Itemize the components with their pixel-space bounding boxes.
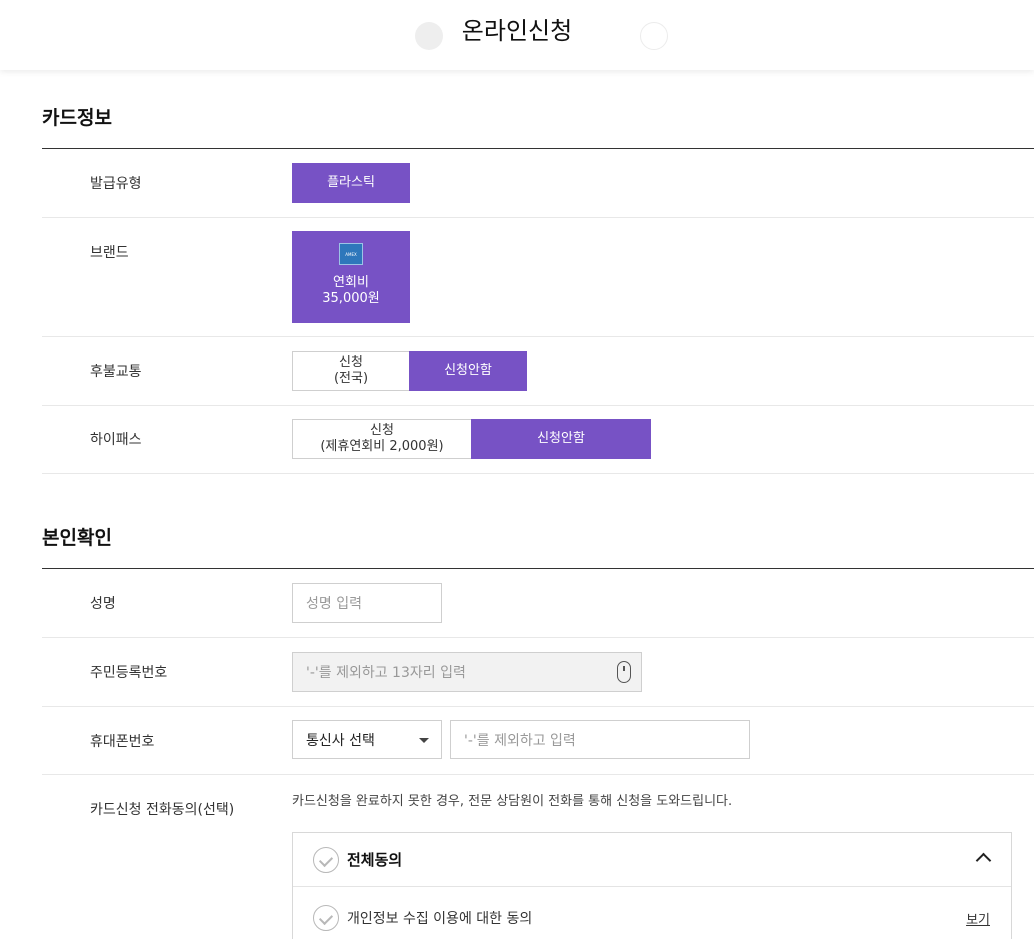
- carrier-select-value: 통신사 선택: [306, 732, 375, 749]
- divider: [42, 706, 1034, 707]
- divider: [42, 405, 1034, 406]
- issue-type-plastic-button[interactable]: 플라스틱: [292, 163, 410, 203]
- check-circle-icon[interactable]: [313, 846, 339, 873]
- transit-apply-label: 신청: [339, 355, 363, 370]
- amex-logo-icon: AMEX: [339, 243, 363, 265]
- hipass-decline-button[interactable]: 신청안함: [471, 419, 651, 459]
- brand-option-amex[interactable]: AMEX 연회비 35,000원: [292, 231, 410, 323]
- divider: [42, 774, 1034, 775]
- divider: [42, 336, 1034, 337]
- check-circle-icon[interactable]: [313, 905, 339, 931]
- phone-consent-description: 카드신청을 완료하지 못한 경우, 전문 상담원이 전화를 통해 신청을 도와드…: [292, 794, 733, 809]
- divider: [42, 148, 1034, 149]
- consent-box: 전체동의 개인정보 수집 이용에 대한 동의 보기: [292, 832, 1012, 939]
- agree-all-row[interactable]: 전체동의: [293, 833, 1011, 887]
- phone-label: 휴대폰번호: [90, 734, 155, 750]
- name-label: 성명: [90, 596, 116, 612]
- hipass-label: 하이패스: [90, 432, 142, 448]
- divider: [42, 217, 1034, 218]
- annual-fee-label: 연회비: [333, 275, 369, 290]
- transit-apply-sublabel: (전국): [333, 371, 369, 386]
- carrier-select[interactable]: 통신사 선택: [292, 720, 442, 759]
- caret-down-icon: [419, 738, 429, 743]
- resident-number-label: 주민등록번호: [90, 665, 168, 681]
- annual-fee-value: 35,000원: [322, 291, 380, 306]
- consent-item-label: 개인정보 수집 이용에 대한 동의: [347, 911, 533, 927]
- brand-label: 브랜드: [90, 245, 129, 261]
- phone-number-input[interactable]: '-'를 제외하고 입력: [450, 720, 750, 759]
- phone-consent-label: 카드신청 전화동의(선택): [90, 802, 235, 818]
- resident-number-placeholder: '-'를 제외하고 13자리 입력: [306, 665, 466, 681]
- mouse-icon[interactable]: [617, 661, 631, 683]
- resident-number-input[interactable]: '-'를 제외하고 13자리 입력: [292, 652, 642, 692]
- hipass-apply-label: 신청: [370, 423, 394, 438]
- transit-apply-button[interactable]: 신청 (전국): [292, 351, 410, 391]
- name-input[interactable]: 성명 입력: [292, 583, 442, 623]
- transit-label: 후불교통: [90, 364, 142, 380]
- view-link[interactable]: 보기: [966, 909, 990, 928]
- divider: [42, 473, 1034, 474]
- hipass-apply-sublabel: (제휴연회비 2,000원): [320, 439, 444, 454]
- section-title-card-info: 카드정보: [42, 107, 112, 129]
- divider: [42, 568, 1034, 569]
- page-header: 온라인신청: [0, 0, 1034, 70]
- issue-type-label: 발급유형: [90, 176, 142, 192]
- section-title-identity: 본인확인: [42, 527, 112, 549]
- divider: [42, 637, 1034, 638]
- page-title: 온라인신청: [461, 17, 573, 45]
- hipass-apply-button[interactable]: 신청 (제휴연회비 2,000원): [292, 419, 472, 459]
- chevron-up-icon[interactable]: [975, 852, 992, 869]
- consent-item-row[interactable]: 개인정보 수집 이용에 대한 동의 보기: [293, 888, 1011, 939]
- transit-decline-button[interactable]: 신청안함: [409, 351, 527, 391]
- agree-all-label: 전체동의: [347, 851, 403, 869]
